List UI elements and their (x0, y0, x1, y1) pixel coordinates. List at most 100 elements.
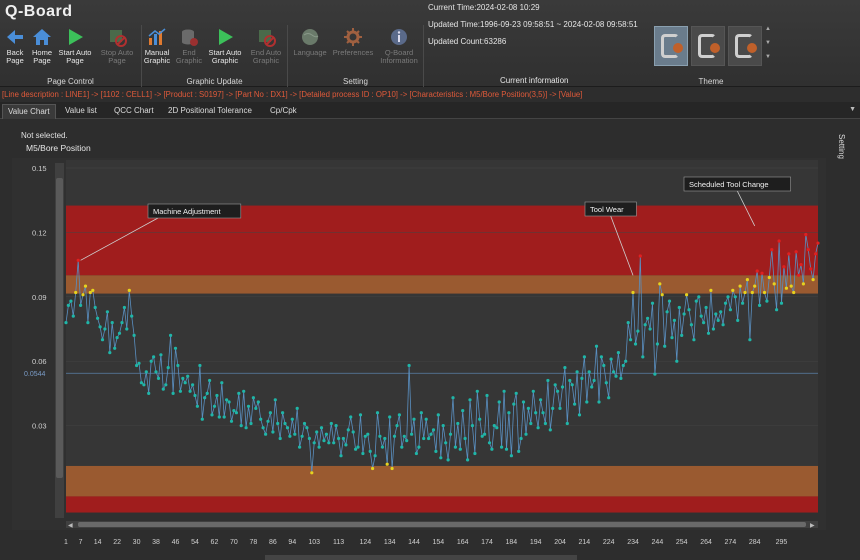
x-tick-label-9: 70 (230, 539, 238, 546)
data-point-310 (816, 241, 820, 245)
data-point-303 (799, 263, 803, 267)
data-point-201 (551, 406, 555, 410)
data-point-108 (324, 432, 328, 436)
left-scrollbar-thumb (56, 178, 63, 478)
data-point-6 (76, 258, 80, 262)
data-point-34 (144, 370, 148, 374)
data-point-277 (736, 318, 740, 322)
data-point-170 (475, 389, 479, 393)
data-point-208 (568, 378, 572, 383)
data-point-273 (726, 295, 730, 299)
data-point-169 (473, 451, 477, 456)
data-point-158 (446, 458, 450, 462)
data-point-291 (770, 248, 774, 252)
data-point-52 (188, 389, 192, 393)
x-tick-label-13: 103 (308, 539, 320, 546)
data-point-20 (110, 321, 114, 325)
data-point-267 (711, 327, 716, 331)
x-tick-label-24: 214 (579, 539, 591, 546)
data-point-101 (307, 436, 311, 441)
data-point-122 (358, 413, 363, 417)
data-point-271 (721, 323, 725, 327)
data-point-88 (276, 421, 280, 426)
data-point-159 (448, 432, 453, 436)
data-point-117 (346, 428, 350, 432)
data-point-272 (723, 301, 728, 305)
data-point-121 (356, 445, 360, 449)
data-point-116 (344, 443, 348, 447)
data-point-156 (441, 424, 445, 428)
data-point-205 (560, 385, 565, 389)
data-point-171 (478, 417, 482, 421)
data-point-220 (597, 400, 601, 404)
data-point-128 (373, 454, 377, 458)
data-point-69 (229, 419, 234, 423)
data-point-70 (232, 409, 236, 413)
data-point-237 (638, 254, 642, 258)
data-point-293 (775, 308, 779, 312)
data-point-263 (702, 321, 706, 325)
data-point-197 (541, 411, 545, 415)
data-point-33 (142, 383, 146, 387)
data-point-213 (580, 376, 584, 380)
data-point-16 (100, 338, 105, 342)
data-point-223 (604, 381, 608, 385)
data-point-183 (507, 411, 511, 415)
data-point-281 (745, 278, 750, 282)
x-scroll-right-icon: ▶ (810, 523, 815, 529)
x-tick-label-32: 295 (776, 539, 788, 546)
x-tick-label-19: 164 (457, 539, 469, 546)
data-point-164 (461, 409, 465, 413)
data-point-13 (93, 305, 97, 310)
data-point-210 (573, 402, 577, 406)
data-point-193 (531, 389, 535, 393)
annotation-label-2: Scheduled Tool Change (689, 180, 769, 189)
data-point-113 (337, 436, 341, 441)
data-point-87 (273, 398, 277, 402)
data-point-66 (222, 415, 226, 419)
data-point-62 (212, 404, 217, 408)
data-point-309 (814, 252, 818, 256)
data-point-290 (767, 275, 771, 280)
x-tick-label-17: 144 (408, 539, 420, 546)
data-point-258 (689, 323, 694, 327)
data-point-243 (653, 372, 657, 376)
data-point-120 (354, 447, 358, 451)
y-tick-label-4: 0.03 (32, 422, 47, 431)
data-point-186 (514, 391, 518, 395)
data-point-261 (697, 295, 701, 299)
data-point-54 (193, 393, 197, 398)
data-point-43 (166, 366, 170, 370)
data-point-246 (660, 293, 664, 297)
data-point-218 (592, 378, 596, 383)
x-tick-label-11: 86 (269, 539, 277, 546)
data-point-79 (254, 406, 258, 410)
data-point-276 (733, 295, 737, 299)
data-point-250 (670, 336, 674, 340)
data-point-45 (171, 391, 175, 395)
data-point-28 (130, 314, 134, 318)
data-point-11 (88, 290, 92, 295)
data-point-163 (458, 447, 462, 451)
data-point-30 (135, 363, 139, 368)
data-point-238 (641, 355, 645, 359)
data-point-118 (349, 415, 353, 419)
data-point-178 (495, 426, 499, 430)
y-tick-label-3: 0.06 (32, 357, 47, 366)
data-point-154 (436, 413, 440, 417)
data-point-3 (69, 299, 73, 303)
data-point-97 (298, 445, 302, 449)
data-point-114 (339, 454, 343, 458)
data-point-57 (200, 417, 204, 421)
data-point-301 (794, 250, 798, 254)
data-point-239 (643, 323, 647, 327)
data-point-215 (585, 400, 589, 404)
x-tick-label-25: 224 (603, 539, 615, 546)
data-point-157 (444, 441, 448, 445)
data-point-76 (246, 404, 251, 408)
data-point-184 (509, 454, 513, 458)
data-point-142 (407, 363, 411, 368)
data-point-59 (205, 391, 209, 395)
data-point-41 (161, 387, 165, 391)
data-point-21 (113, 346, 117, 350)
